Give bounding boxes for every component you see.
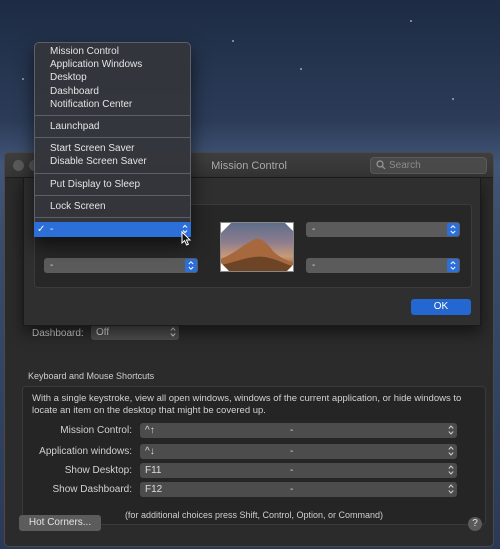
chevron-updown-icon [447,223,459,236]
shortcut-row: Show Dashboard: F12 - [23,482,487,498]
chevron-updown-icon [447,259,459,272]
menu-item-dashboard[interactable]: Dashboard [35,85,190,98]
shortcut-label: Show Desktop: [64,465,132,476]
keyboard-shortcut-value: F11 [145,465,162,476]
desktop-star [452,98,454,100]
menu-item-none-selected[interactable]: ✓ - [34,221,191,237]
chevron-updown-icon [448,465,454,475]
help-button[interactable]: ? [468,517,482,531]
dashboard-label-text: Dashboard: [32,328,84,339]
top-right-corner-popup[interactable]: - [306,222,460,237]
chevron-updown-icon [448,425,454,435]
keyboard-shortcut-value: ^↓ [145,446,155,457]
menu-separator [35,137,190,139]
hot-corner-options-menu: Mission Control Application Windows Desk… [34,42,191,237]
mouse-shortcut-select[interactable]: - [285,482,457,497]
menu-item-put-display-to-sleep[interactable]: Put Display to Sleep [35,178,190,191]
shortcut-row: Mission Control: ^↑ - [23,423,487,439]
hot-corners-button[interactable]: Hot Corners... [19,515,101,531]
mouse-shortcut-select[interactable]: - [285,423,457,438]
mouse-shortcut-value: - [290,446,294,457]
menu-item-lock-screen[interactable]: Lock Screen [35,200,190,213]
menu-item-start-screen-saver[interactable]: Start Screen Saver [35,142,190,155]
menu-item-launchpad[interactable]: Launchpad [35,120,190,133]
keyboard-shortcut-value: F12 [145,484,163,495]
shortcuts-section: Keyboard and Mouse Shortcuts With a sing… [22,371,486,525]
desktop-star [300,68,302,70]
mouse-shortcut-select[interactable]: - [285,463,457,478]
search-input[interactable] [389,159,481,172]
menu-item-label: - [50,223,54,235]
dashboard-select-value: Off [96,327,110,338]
checkmark-icon: ✓ [37,223,46,235]
shortcut-label: Show Dashboard: [52,484,133,495]
desktop-star [232,40,234,42]
desktop-preview-image [220,222,294,272]
menu-item-disable-screen-saver[interactable]: Disable Screen Saver [35,155,190,168]
popup-value: - [312,260,316,271]
popup-value: - [50,260,54,271]
menu-separator [35,172,190,174]
chevron-updown-icon [170,327,176,337]
mouse-shortcut-select[interactable]: - [285,444,457,459]
shortcuts-description: With a single keystroke, view all open w… [32,393,462,416]
menu-separator [35,114,190,116]
menu-item-application-windows[interactable]: Application Windows [35,58,190,71]
chevron-updown-icon [448,446,454,456]
section-title: Keyboard and Mouse Shortcuts [28,371,155,381]
keyboard-shortcut-value: ^↑ [145,425,155,436]
menu-separator [35,194,190,196]
menu-item-desktop[interactable]: Desktop [35,71,190,84]
shortcut-label: Mission Control: [60,425,132,436]
mouse-shortcut-value: - [290,484,294,495]
chevron-updown-icon [185,259,197,272]
desktop-star [410,20,412,22]
chevron-updown-icon [448,484,454,494]
search-field[interactable] [370,157,487,174]
shortcut-label: Application windows: [39,446,132,457]
shortcut-row: Application windows: ^↓ - [23,444,487,460]
mouse-shortcut-value: - [290,425,294,436]
menu-item-mission-control[interactable]: Mission Control [35,45,190,58]
menu-separator [35,216,190,218]
mouse-shortcut-value: - [290,465,294,476]
dashboard-select[interactable]: Off [91,325,179,340]
bottom-left-corner-popup[interactable]: - [44,258,198,273]
dashboard-label: Dashboard: [32,328,84,339]
shortcuts-box: With a single keystroke, view all open w… [22,386,486,525]
mouse-pointer-icon [181,231,192,246]
popup-value: - [312,224,316,235]
desktop-star [22,78,24,80]
shortcut-row: Show Desktop: F11 - [23,463,487,479]
ok-button[interactable]: OK [411,299,471,315]
search-icon [376,160,386,170]
bottom-right-corner-popup[interactable]: - [306,258,460,273]
mountain-illustration [221,223,293,271]
menu-item-notification-center[interactable]: Notification Center [35,98,190,111]
